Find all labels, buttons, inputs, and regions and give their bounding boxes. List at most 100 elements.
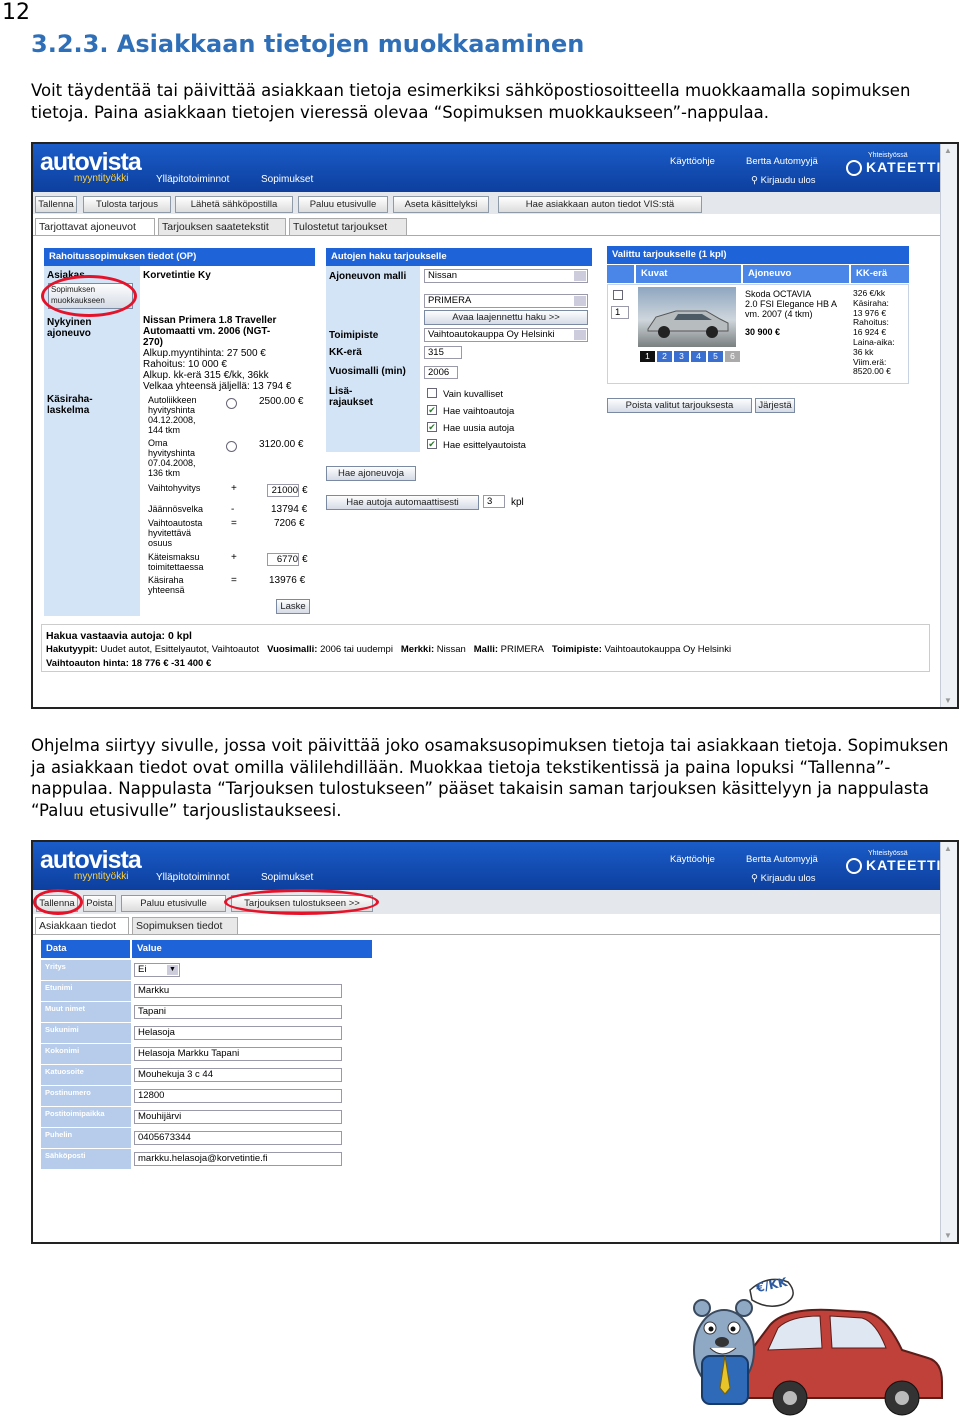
intro-paragraph: Voit täydentää tai päivittää asiakkaan t… — [31, 81, 911, 122]
page-2[interactable]: 2 — [657, 351, 672, 362]
page-6[interactable]: 6 — [725, 351, 740, 362]
year-input[interactable]: 2006 — [424, 366, 458, 379]
scrollbar[interactable] — [940, 144, 957, 707]
remove-selected-button[interactable]: Poista valitut tarjouksesta — [607, 398, 752, 413]
tradein-input[interactable]: 21000 — [267, 484, 299, 497]
user-name: Bertta Automyyjä — [746, 854, 818, 865]
expand-search-button[interactable]: Avaa laajennettu haku >> — [424, 310, 588, 325]
selected-car-line-1: Skoda OCTAVIA — [745, 289, 812, 299]
auto-search-button[interactable]: Hae autoja automaattisesti — [326, 495, 479, 510]
cash-payment-label: Käteismaksu toimitettaessa — [148, 552, 204, 572]
value-column-header: Value — [132, 940, 372, 958]
screenshot-offer-view: autovista myyntityökki Ylläpitotoiminnot … — [31, 142, 959, 709]
tab-customer-info[interactable]: Asiakkaan tiedot — [35, 917, 129, 934]
phone-input[interactable]: 0405673344 — [134, 1131, 342, 1145]
dealer-credit-radio[interactable] — [226, 398, 237, 409]
result-count: Hakua vastaavia autoja: 0 kpl — [46, 630, 192, 642]
minus-sign: - — [231, 504, 235, 515]
branch-label: Toimipiste — [329, 330, 379, 341]
user-name: Bertta Automyyjä — [746, 156, 818, 167]
other-names-input[interactable]: Tapani — [134, 1005, 342, 1019]
new-cars-checkbox[interactable]: ✔ — [427, 422, 437, 432]
table-row: Yritys Ei ▼ — [41, 960, 372, 981]
page-number: 12 — [2, 0, 30, 25]
count-unit: kpl — [511, 497, 524, 508]
auto-count-input[interactable]: 3 — [483, 495, 505, 508]
email-input[interactable]: markku.helasoja@korvetintie.fi — [134, 1152, 342, 1166]
mascot-car-icon — [693, 1278, 943, 1416]
selected-car-monthly: 326 €/kk Käsiraha: 13 976 € Rahoitus: 16 924… — [853, 288, 895, 377]
selected-car-line-2: 2.0 FSI Elegance HB A — [745, 299, 838, 309]
chevron-down-icon: ▼ — [167, 965, 178, 975]
car-image-icon — [647, 310, 729, 338]
last-name-input[interactable]: Helasoja — [134, 1026, 342, 1040]
logout-link[interactable]: ⚲ Kirjaudu ulos — [751, 873, 816, 884]
field-label: Katuosoite — [41, 1065, 131, 1085]
page-1[interactable]: 1 — [640, 351, 655, 362]
city-input[interactable]: Mouhijärvi — [134, 1110, 342, 1124]
select-row-checkbox[interactable] — [613, 290, 623, 300]
result-filters: Hakutyypit: Uudet autot, Esittelyautot, … — [46, 644, 732, 655]
search-vehicles-button[interactable]: Hae ajoneuvoja — [326, 466, 416, 481]
page-4[interactable]: 4 — [691, 351, 706, 362]
company-select[interactable]: Ei ▼ — [134, 963, 180, 977]
help-link[interactable]: Käyttöohje — [670, 156, 715, 167]
back-home-button[interactable]: Paluu etusivulle — [121, 895, 226, 912]
table-row: Muut nimet Tapani — [41, 1002, 372, 1023]
field-label: Etunimi — [41, 981, 131, 1001]
field-label: Yritys — [41, 960, 131, 980]
monthly-input[interactable]: 315 — [424, 346, 462, 359]
own-credit-radio[interactable] — [226, 441, 237, 452]
table-row: Sukunimi Helasoja — [41, 1023, 372, 1044]
result-price-range: Vaihtoauton hinta: 18 776 € -31 400 € — [46, 658, 212, 669]
table-row: Sähköposti markku.helasoja@korvetintie.fi — [41, 1149, 372, 1170]
selected-car-line-3: vm. 2007 (4 tkm) — [745, 309, 813, 319]
back-home-button[interactable]: Paluu etusivulle — [298, 196, 388, 213]
tab-cover-texts[interactable]: Tarjouksen saatetekstit — [158, 218, 286, 235]
plus-sign: + — [231, 483, 237, 494]
field-label: Muut nimet — [41, 1002, 131, 1022]
customer-value: Korvetintie Ky — [143, 270, 211, 281]
order-input[interactable]: 1 — [611, 306, 629, 319]
postal-code-input[interactable]: 12800 — [134, 1089, 342, 1103]
logout-link[interactable]: ⚲ Kirjaudu ulos — [751, 175, 816, 186]
fetch-vis-button[interactable]: Hae asiakkaan auton tiedot VIS:stä — [498, 196, 702, 213]
tab-printed-offers[interactable]: Tulostetut tarjoukset — [289, 218, 407, 235]
screenshot-customer-edit: autovista myyntityökki Ylläpitotoiminnot … — [31, 840, 959, 1244]
nav-contracts-link[interactable]: Sopimukset — [261, 174, 313, 185]
tab-contract-info[interactable]: Sopimuksen tiedot — [132, 917, 238, 934]
sort-button[interactable]: Järjestä — [755, 398, 795, 413]
model-select[interactable]: PRIMERA — [424, 294, 588, 308]
highlight-ring-save — [33, 889, 83, 915]
scrollbar[interactable] — [940, 842, 957, 1242]
only-with-images-checkbox[interactable] — [427, 388, 437, 398]
used-cars-checkbox[interactable]: ✔ — [427, 405, 437, 415]
nav-admin-link[interactable]: Ylläpitotoiminnot — [156, 872, 229, 883]
nav-contracts-link[interactable]: Sopimukset — [261, 872, 313, 883]
set-processing-button[interactable]: Aseta käsittelyksi — [393, 196, 489, 213]
make-select[interactable]: Nissan — [424, 269, 588, 283]
page-5[interactable]: 5 — [708, 351, 723, 362]
tab-vehicles[interactable]: Tarjottavat ajoneuvot — [35, 218, 155, 235]
monthly-column-header: KK-erä — [851, 265, 909, 283]
print-offer-button[interactable]: Tulosta tarjous — [83, 196, 171, 213]
person-icon: ⚲ — [751, 175, 758, 186]
first-name-input[interactable]: Markku — [134, 984, 342, 998]
nav-admin-link[interactable]: Ylläpitotoiminnot — [156, 174, 229, 185]
full-name-input[interactable]: Helasoja Markku Tapani — [134, 1047, 342, 1061]
demo-cars-checkbox[interactable]: ✔ — [427, 439, 437, 449]
new-cars-label: Hae uusia autoja — [443, 423, 515, 434]
calculate-button[interactable]: Laske — [276, 599, 310, 614]
car-photo[interactable] — [638, 287, 736, 347]
delete-button[interactable]: Poista — [83, 895, 116, 912]
branch-select[interactable]: Vaihtoautokauppa Oy Helsinki — [424, 328, 588, 342]
help-link[interactable]: Käyttöohje — [670, 854, 715, 865]
remaining-debt-value: 13794 € — [271, 504, 308, 515]
street-input[interactable]: Mouhekuja 3 c 44 — [134, 1068, 342, 1082]
page-3[interactable]: 3 — [674, 351, 689, 362]
send-email-button[interactable]: Lähetä sähköpostilla — [175, 196, 293, 213]
demo-cars-label: Hae esittelyautoista — [443, 440, 526, 451]
save-button[interactable]: Tallenna — [35, 196, 77, 213]
cash-payment-input[interactable]: 6770 — [267, 553, 299, 566]
used-cars-label: Hae vaihtoautoja — [443, 406, 515, 417]
